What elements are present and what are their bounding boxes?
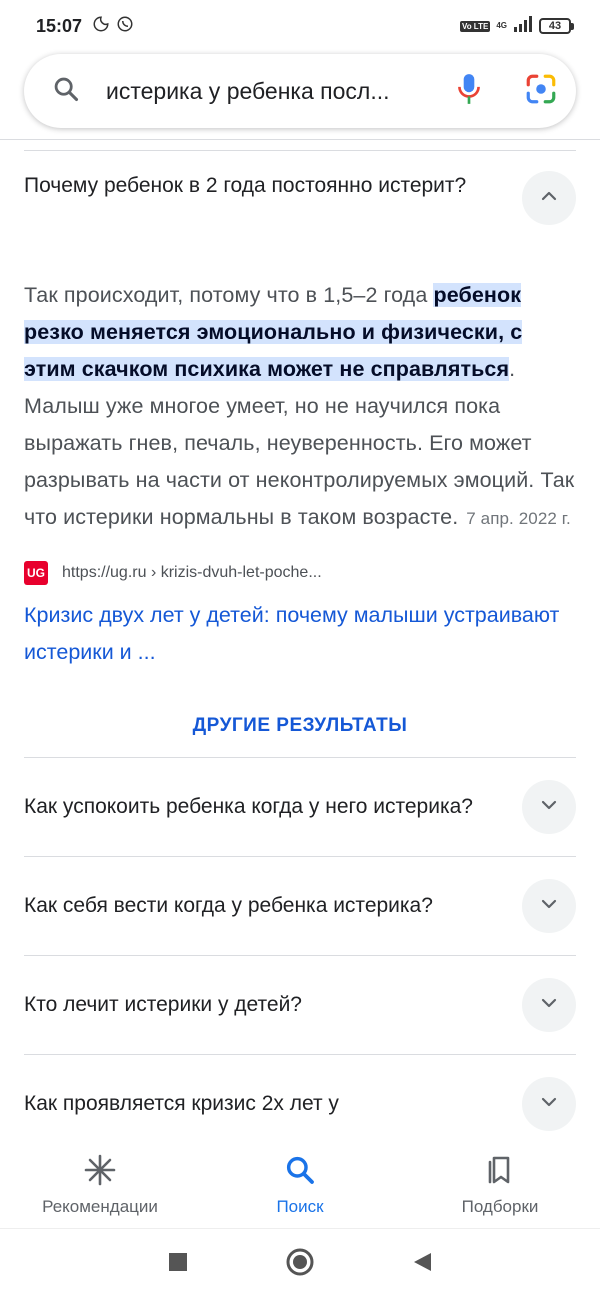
chevron-down-icon — [539, 795, 559, 820]
answer-text-start: Так происходит, потому что в 1,5–2 года — [24, 283, 434, 307]
expand-button[interactable] — [522, 978, 576, 1032]
search-box[interactable]: истерика у ребенка посл... — [24, 54, 576, 128]
related-question-row[interactable]: Как успокоить ребенка когда у него истер… — [24, 757, 576, 856]
nav-collections[interactable]: Подборки — [400, 1143, 600, 1228]
related-question-row[interactable]: Кто лечит истерики у детей? — [24, 955, 576, 1054]
results-content: Почему ребенок в 2 года постоянно истери… — [24, 150, 576, 1153]
nav-recommendations[interactable]: Рекомендации — [0, 1143, 200, 1228]
nav-search[interactable]: Поиск — [200, 1143, 400, 1228]
nav-collections-label: Подборки — [461, 1197, 539, 1216]
asterisk-icon — [84, 1154, 116, 1191]
battery-level: 43 — [539, 18, 571, 34]
expanded-question-row[interactable]: Почему ребенок в 2 года постоянно истери… — [24, 151, 576, 259]
result-title-link[interactable]: Кризис двух лет у детей: почему малыши у… — [24, 597, 576, 671]
chevron-down-icon — [539, 894, 559, 919]
expanded-question-text: Почему ребенок в 2 года постоянно истери… — [24, 174, 467, 197]
nav-recommendations-label: Рекомендации — [42, 1197, 158, 1216]
google-lens-icon[interactable] — [524, 72, 558, 111]
recents-button[interactable] — [167, 1251, 189, 1278]
more-results-button[interactable]: ДРУГИЕ РЕЗУЛЬТАТЫ — [24, 715, 576, 757]
network-type: 4G — [496, 21, 507, 30]
chevron-down-icon — [539, 1092, 559, 1117]
site-favicon: UG — [24, 561, 48, 585]
bookmarks-icon — [484, 1154, 516, 1191]
chevron-down-icon — [539, 993, 559, 1018]
back-button[interactable] — [411, 1251, 433, 1278]
answer-snippet: Так происходит, потому что в 1,5–2 года … — [24, 277, 576, 537]
source-row[interactable]: UG https://ug.ru › krizis-dvuh-let-poche… — [24, 561, 576, 585]
related-question-text: Как проявляется кризис 2х лет у — [24, 1092, 339, 1115]
moon-icon — [92, 15, 110, 38]
system-navigation-bar — [0, 1229, 600, 1299]
status-bar: 15:07 Vo LTE 4G 43 — [0, 0, 600, 52]
answer-text-end: . Малыш уже многое умеет, но не научился… — [24, 357, 575, 529]
search-icon — [284, 1154, 316, 1191]
related-question-text: Как успокоить ребенка когда у него истер… — [24, 795, 473, 818]
collapse-button[interactable] — [522, 171, 576, 225]
search-input[interactable]: истерика у ребенка посл... — [106, 78, 406, 105]
search-header: истерика у ребенка посл... — [0, 54, 600, 140]
battery-icon: 43 — [539, 18, 574, 34]
status-time: 15:07 — [36, 15, 83, 36]
source-url[interactable]: https://ug.ru › krizis-dvuh-let-poche... — [62, 564, 322, 582]
related-question-text: Кто лечит истерики у детей? — [24, 993, 302, 1016]
chevron-up-icon — [539, 186, 559, 211]
whatsapp-icon — [116, 15, 134, 38]
related-question-row[interactable]: Как себя вести когда у ребенка истерика? — [24, 856, 576, 955]
bottom-navigation: Рекомендации Поиск Подборки — [0, 1143, 600, 1229]
related-question-row[interactable]: Как проявляется кризис 2х лет у — [24, 1054, 576, 1153]
expand-button[interactable] — [522, 780, 576, 834]
expand-button[interactable] — [522, 1077, 576, 1131]
related-question-text: Как себя вести когда у ребенка истерика? — [24, 894, 433, 917]
home-button[interactable] — [285, 1247, 315, 1282]
microphone-icon[interactable] — [456, 72, 482, 111]
nav-search-label: Поиск — [276, 1197, 324, 1216]
expand-button[interactable] — [522, 879, 576, 933]
answer-date: 7 апр. 2022 г. — [466, 509, 571, 528]
volte-icon: Vo LTE — [459, 20, 491, 32]
signal-icon — [513, 15, 533, 37]
search-icon — [52, 75, 80, 108]
